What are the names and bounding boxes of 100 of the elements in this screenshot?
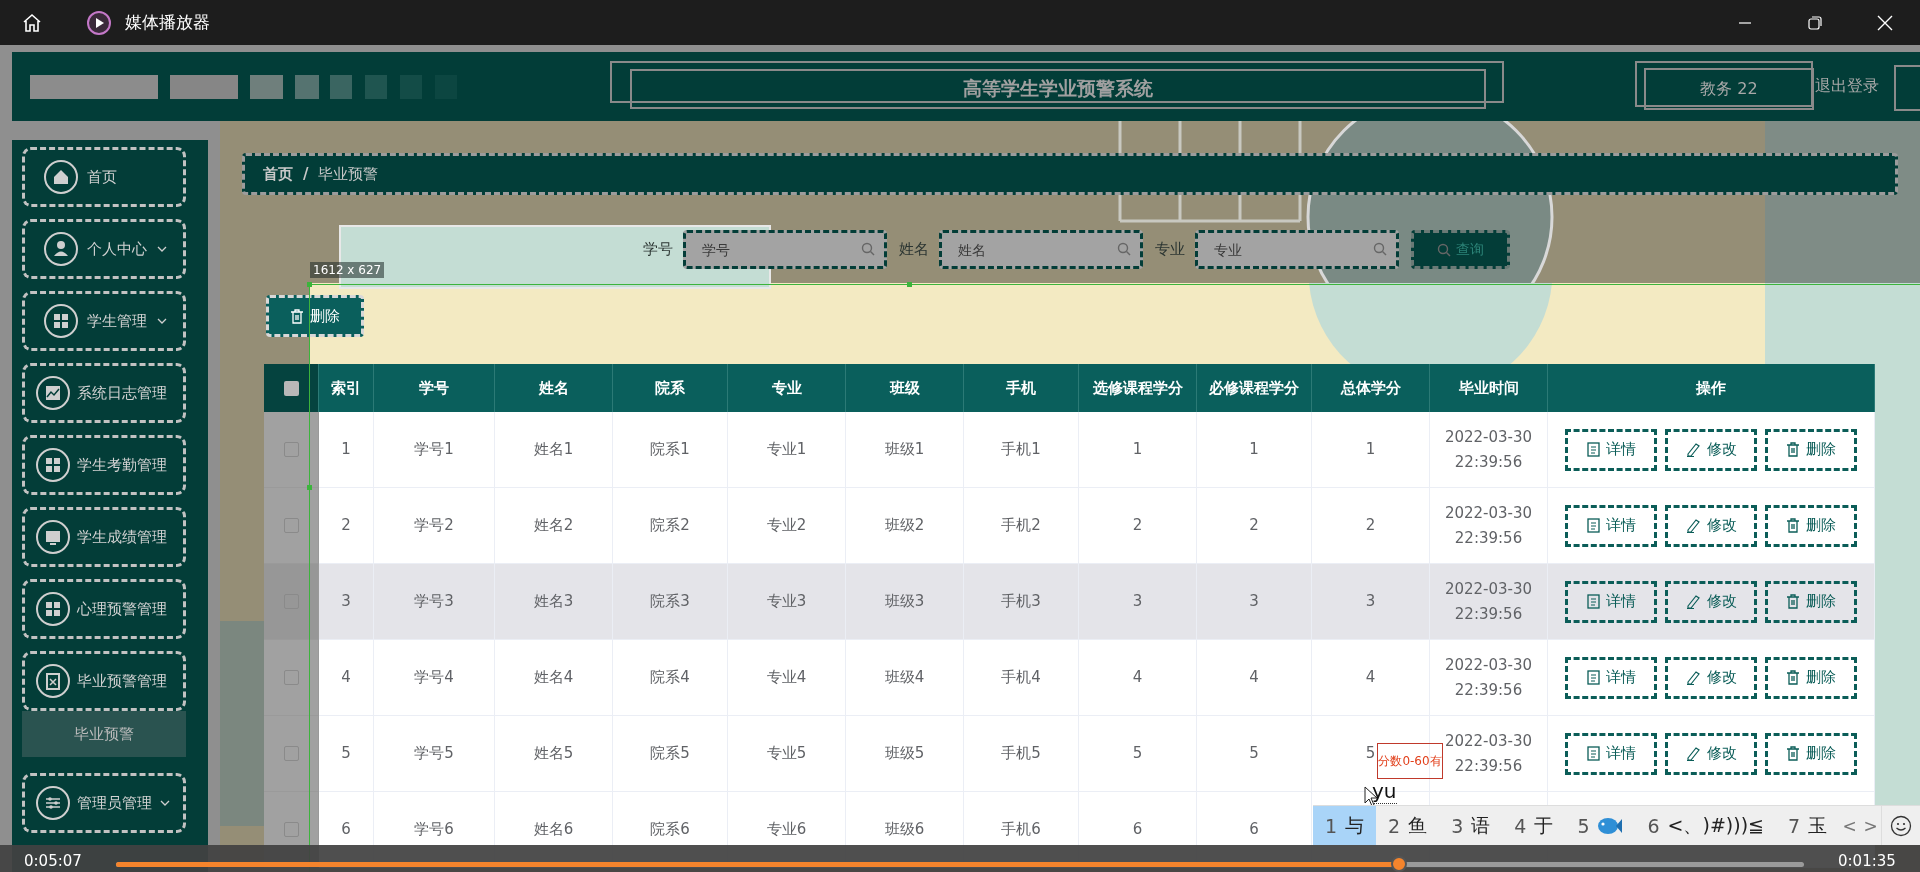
grid-icon [35, 447, 71, 483]
column-header: 索引 [319, 364, 374, 412]
trash-icon [1786, 670, 1800, 685]
details-button[interactable]: 详情 [1565, 732, 1657, 775]
sidebar-menu-item[interactable]: 学生管理 [22, 291, 186, 351]
previous-page-button[interactable]: < [1839, 806, 1861, 845]
document-icon [1586, 518, 1600, 533]
details-button[interactable]: 详情 [1565, 428, 1657, 471]
pencil-icon [1685, 670, 1701, 685]
pencil-icon [1685, 594, 1701, 609]
sidebar-menu-item[interactable]: 系统日志管理 [22, 363, 186, 423]
system-title: 高等学生学业预警系统 [630, 69, 1486, 109]
sidebar-menu-item[interactable]: 心理预警管理 [22, 579, 186, 639]
column-header: 专业 [728, 364, 846, 412]
candidate-item[interactable]: 2 鱼 [1376, 806, 1440, 845]
breadcrumb-separator: / [303, 165, 309, 183]
column-header: 院系 [613, 364, 728, 412]
selection-size-label: 1612 x 627 [310, 262, 385, 278]
breadcrumb-item: 毕业预警 [318, 164, 379, 184]
sidebar-menu-item[interactable]: 学生考勤管理 [22, 435, 186, 495]
elapsed-time: 0:05:07 [24, 852, 82, 870]
column-header: 毕业时间 [1430, 364, 1548, 412]
grid-icon [43, 303, 79, 339]
pencil-icon [1685, 442, 1701, 457]
home-icon [43, 159, 79, 195]
monitor-icon [35, 519, 71, 555]
chevron-down-icon [160, 800, 170, 806]
trash-icon [1786, 518, 1800, 533]
field-label: 姓名 [898, 240, 929, 259]
column-header: 总体学分 [1312, 364, 1430, 412]
play-icon [87, 10, 111, 35]
trash-icon [1786, 746, 1800, 761]
document-icon [1586, 594, 1600, 609]
grid-icon [35, 591, 71, 627]
search-field[interactable]: 专业 [1194, 230, 1399, 269]
sidebar-menu-item[interactable]: 个人中心 [22, 219, 186, 279]
candidate-item[interactable]: 4 于 [1502, 806, 1566, 845]
column-header: 手机 [964, 364, 1079, 412]
next-page-button[interactable]: > [1860, 806, 1881, 845]
search-icon [1436, 242, 1451, 257]
column-header: 班级 [846, 364, 964, 412]
delete-button[interactable]: 删除 [1765, 428, 1857, 471]
minimize-icon [1738, 21, 1752, 24]
chevron-down-icon [157, 318, 167, 324]
window-title: 媒体播放器 [125, 11, 210, 34]
delete-button[interactable]: 删除 [1765, 732, 1857, 775]
edit-button[interactable]: 修改 [1665, 428, 1757, 471]
edit-button[interactable]: 修改 [1665, 732, 1757, 775]
remaining-time: 0:01:35 [1838, 852, 1896, 870]
details-button[interactable]: 详情 [1565, 504, 1657, 547]
sidebar-submenu-item[interactable]: 毕业预警 [22, 711, 186, 757]
sidebar-menu-item[interactable]: 首页 [22, 147, 186, 207]
clipboard-icon [35, 663, 71, 699]
search-icon [1372, 242, 1387, 256]
column-header: 选修课程学分 [1079, 364, 1197, 412]
candidate-item[interactable]: 7 玉 [1776, 806, 1840, 845]
smiley-icon [1890, 814, 1912, 837]
select-all-checkbox[interactable] [283, 380, 299, 396]
breadcrumb-item[interactable]: 首页 [263, 164, 293, 184]
sliders-icon [35, 785, 71, 821]
candidate-item[interactable]: 6 <、)#)))≦ [1635, 806, 1776, 845]
document-icon [1586, 442, 1600, 457]
search-icon [1116, 242, 1131, 256]
column-header: 必修课程学分 [1197, 364, 1312, 412]
edit-button[interactable]: 修改 [1665, 504, 1757, 547]
trash-icon [290, 308, 304, 324]
edit-button[interactable]: 修改 [1665, 656, 1757, 699]
search-field[interactable]: 姓名 [938, 230, 1143, 269]
edit-button[interactable]: 修改 [1665, 580, 1757, 623]
user-name: 教务 22 [1644, 68, 1814, 110]
restore-icon [1808, 15, 1822, 30]
trash-icon [1786, 442, 1800, 457]
home-icon[interactable] [22, 12, 42, 33]
pencil-icon [1685, 518, 1701, 533]
column-header: 姓名 [495, 364, 613, 412]
document-icon [1586, 670, 1600, 685]
candidate-item[interactable]: 5 [1565, 806, 1636, 845]
delete-button[interactable]: 删除 [1765, 656, 1857, 699]
chart-icon [35, 375, 71, 411]
user-icon [43, 231, 79, 267]
column-header: 操作 [1548, 364, 1875, 412]
field-label: 学号 [642, 240, 673, 259]
search-icon [860, 242, 875, 256]
sidebar-menu-item[interactable]: 管理员管理 [22, 773, 186, 833]
seek-bar[interactable] [116, 856, 1804, 872]
annotation-text-box[interactable]: 分数0-60有 [1377, 743, 1443, 779]
pencil-icon [1685, 746, 1701, 761]
field-label: 专业 [1154, 240, 1185, 259]
delete-button[interactable]: 删除 [1765, 504, 1857, 547]
candidate-item[interactable]: 1 与 [1313, 806, 1377, 845]
document-icon [1586, 746, 1600, 761]
sidebar-menu-item[interactable]: 学生成绩管理 [22, 507, 186, 567]
candidate-item[interactable]: 3 语 [1439, 806, 1503, 845]
delete-button[interactable]: 删除 [1765, 580, 1857, 623]
search-field[interactable]: 学号 [682, 230, 887, 269]
delete-button[interactable]: 删除 [266, 295, 364, 337]
details-button[interactable]: 详情 [1565, 656, 1657, 699]
logout-link[interactable]: 退出登录 [1815, 76, 1879, 97]
chevron-down-icon [157, 246, 167, 252]
details-button[interactable]: 详情 [1565, 580, 1657, 623]
